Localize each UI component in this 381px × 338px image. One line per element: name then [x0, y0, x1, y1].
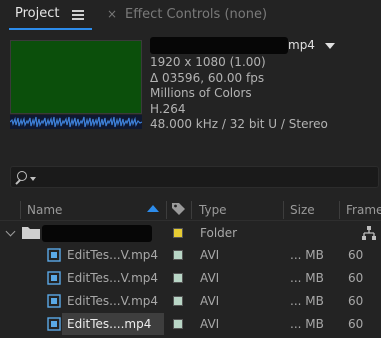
- chevron-down-icon[interactable]: [5, 226, 16, 237]
- info-audio: 48.000 kHz / 32 bit U / Stereo: [150, 117, 328, 131]
- column-divider[interactable]: [20, 201, 21, 219]
- footage-icon: [47, 317, 61, 331]
- sort-arrow-icon[interactable]: [147, 205, 159, 212]
- column-divider[interactable]: [166, 201, 167, 219]
- footage-icon: [47, 271, 61, 285]
- row-frame: 60: [348, 317, 364, 331]
- info-codec: H.264: [150, 101, 186, 116]
- row-type: AVI: [200, 248, 220, 262]
- column-size[interactable]: Size: [290, 203, 315, 217]
- row-name: EditTes...V.mp4: [67, 294, 159, 308]
- label-color[interactable]: [173, 273, 183, 283]
- footage-thumbnail: [10, 40, 142, 114]
- table-row-selected[interactable]: EditTes....mp4 AVI ... MB 60: [0, 313, 381, 335]
- flowchart-icon[interactable]: [362, 226, 376, 240]
- column-type[interactable]: Type: [199, 203, 227, 217]
- row-type: AVI: [200, 294, 220, 308]
- footage-icon: [47, 248, 61, 262]
- info-color-depth: Millions of Colors: [150, 86, 252, 100]
- menu-icon[interactable]: [72, 10, 84, 20]
- label-color[interactable]: [173, 228, 183, 238]
- label-color[interactable]: [173, 250, 183, 260]
- redacted-filename: [150, 37, 288, 54]
- table-row[interactable]: EditTes...V.mp4 AVI ... MB 60: [0, 290, 381, 312]
- row-size: ... MB: [290, 271, 324, 285]
- column-header-row: Name Type Size Frame: [0, 199, 381, 221]
- row-size: ... MB: [290, 248, 324, 262]
- row-name: EditTes...V.mp4: [67, 271, 159, 285]
- dropdown-arrow-icon[interactable]: [325, 43, 335, 49]
- table-row[interactable]: Folder: [0, 222, 381, 244]
- table-row[interactable]: EditTes...V.mp4 AVI ... MB 60: [0, 244, 381, 266]
- column-divider[interactable]: [339, 201, 340, 219]
- table-row[interactable]: EditTes...V.mp4 AVI ... MB 60: [0, 267, 381, 289]
- row-size: ... MB: [290, 294, 324, 308]
- footage-icon: [47, 294, 61, 308]
- column-name[interactable]: Name: [27, 203, 62, 217]
- tab-effect-controls[interactable]: Effect Controls (none): [125, 7, 267, 22]
- row-frame: 60: [348, 294, 364, 308]
- folder-icon: [22, 227, 40, 239]
- column-divider[interactable]: [283, 201, 284, 219]
- label-color[interactable]: [173, 296, 183, 306]
- column-frame[interactable]: Frame: [346, 203, 381, 217]
- info-duration-fps: Δ 03596, 60.00 fps: [150, 70, 265, 85]
- row-frame: 60: [348, 248, 364, 262]
- column-divider[interactable]: [191, 201, 192, 219]
- row-size: ... MB: [290, 317, 324, 331]
- search-input[interactable]: [10, 166, 379, 188]
- row-type: Folder: [200, 226, 238, 240]
- row-type: AVI: [200, 271, 220, 285]
- redacted-folder-name: [42, 225, 152, 242]
- label-color[interactable]: [173, 319, 183, 329]
- row-frame: 60: [348, 271, 364, 285]
- row-name: EditTes...V.mp4: [67, 248, 159, 262]
- close-icon[interactable]: ×: [107, 7, 117, 21]
- tag-icon[interactable]: [171, 202, 186, 216]
- asset-name-suffix: mp4: [288, 38, 315, 52]
- asset-info: 1920 x 1080 (1.00) Δ 03596, 60.00 fps Mi…: [150, 55, 328, 133]
- info-resolution: 1920 x 1080 (1.00): [150, 55, 266, 69]
- active-tab-indicator: [9, 28, 92, 30]
- waveform-icon: [10, 115, 142, 129]
- panel-tab-bar: Project × Effect Controls (none): [0, 0, 381, 30]
- row-type: AVI: [200, 317, 220, 331]
- row-name[interactable]: EditTes....mp4: [67, 317, 151, 331]
- tab-project[interactable]: Project: [15, 6, 59, 21]
